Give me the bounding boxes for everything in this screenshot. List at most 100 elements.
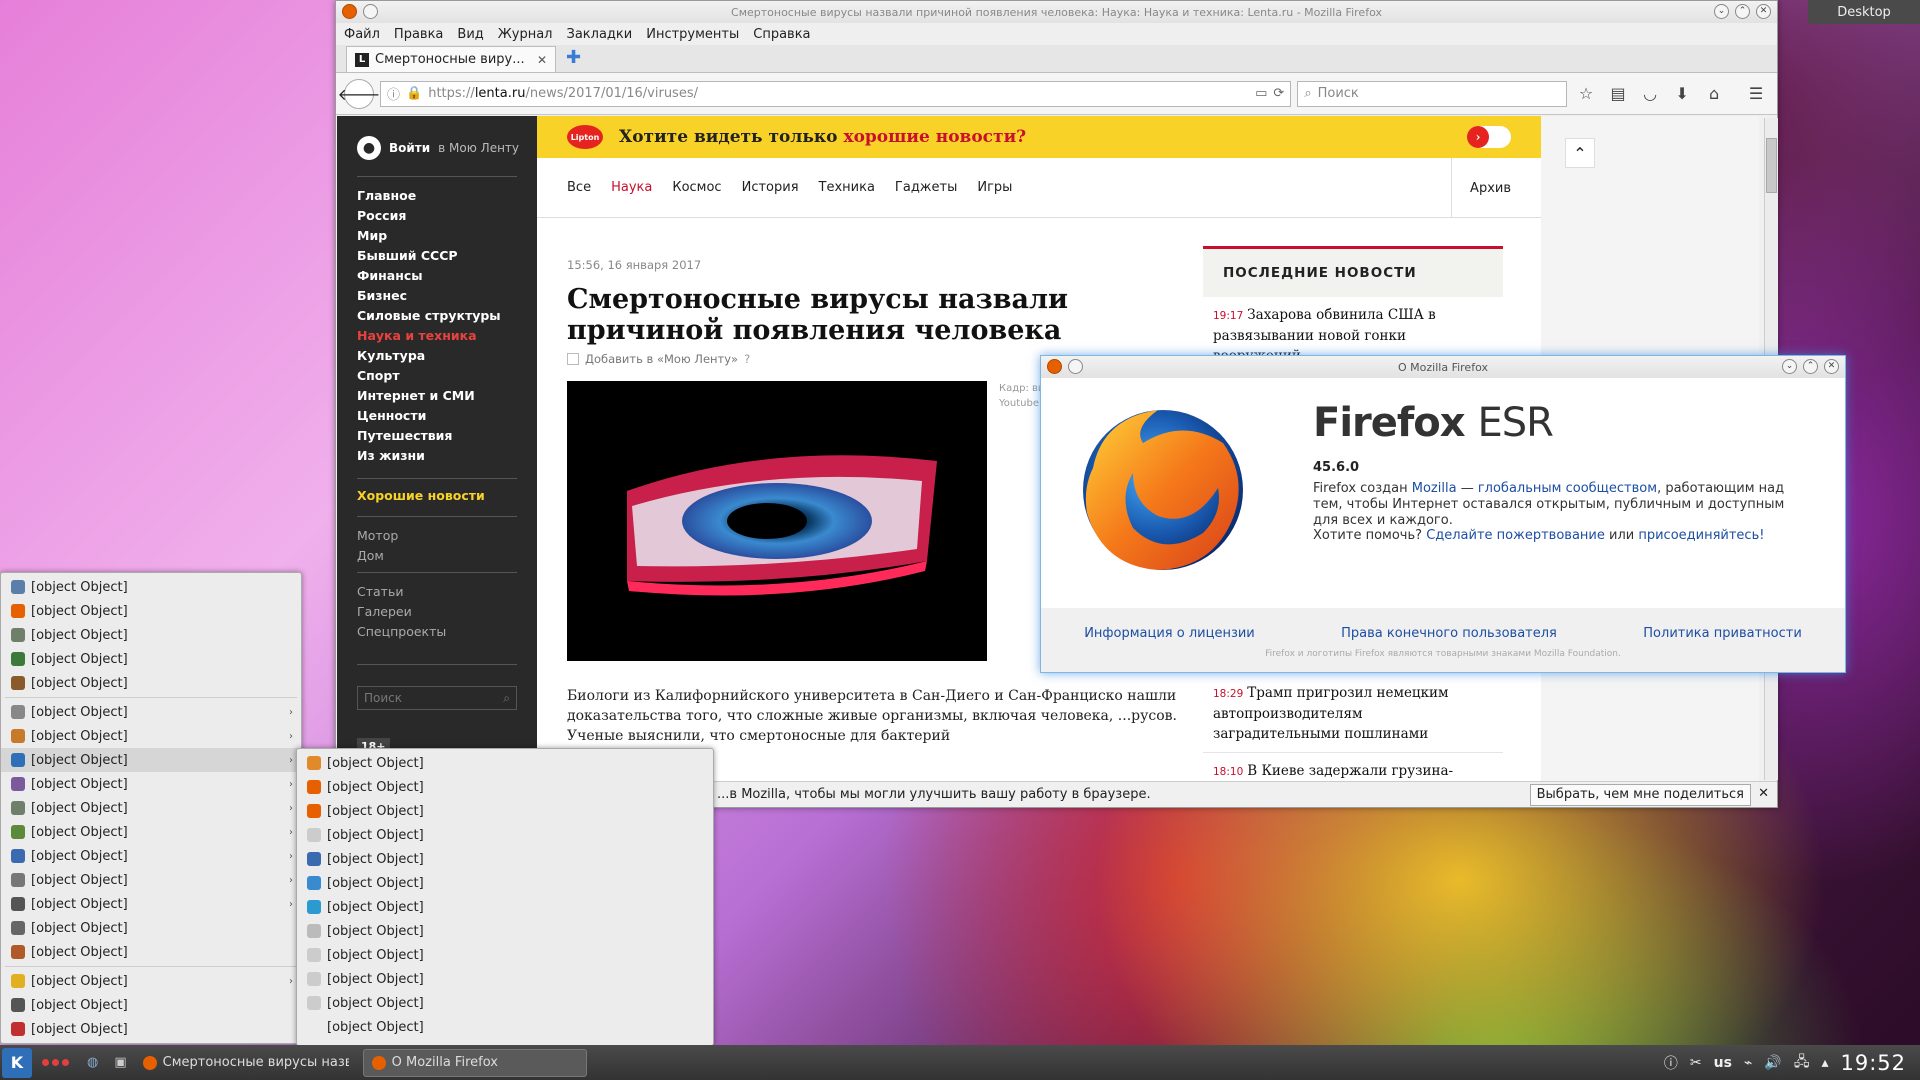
section-item[interactable]: Спецпроекты — [357, 622, 446, 642]
news-item[interactable]: 18:10 В Киеве задержали грузина- — [1203, 753, 1503, 781]
menu-item[interactable]: [object Object] — [1, 599, 301, 623]
menu-item[interactable]: [object Object] — [1, 940, 301, 964]
menu-item[interactable]: [object Object] › — [1, 700, 301, 724]
rubric-item[interactable]: Бывший СССР — [357, 246, 501, 266]
section-item[interactable]: Статьи — [357, 582, 446, 602]
menu-item[interactable]: [object Object] — [1, 993, 301, 1017]
rubric-item[interactable]: Из жизни — [357, 446, 501, 466]
menu-item[interactable]: [object Object] — [297, 991, 713, 1015]
clock[interactable]: 19:52 — [1840, 1051, 1906, 1075]
good-news-link[interactable]: Хорошие новости — [357, 486, 485, 506]
menu-item[interactable]: [object Object] — [297, 823, 713, 847]
menu-item[interactable]: [object Object] — [1, 1017, 301, 1041]
menu-item[interactable]: [object Object] — [297, 799, 713, 823]
pocket-icon[interactable]: ◡ — [1637, 81, 1663, 107]
scissors-icon[interactable]: ✂ — [1690, 1055, 1702, 1071]
download-icon[interactable]: ⬇ — [1669, 81, 1695, 107]
privacy-link[interactable]: Политика приватности — [1643, 626, 1801, 641]
rubric-item[interactable]: Интернет и СМИ — [357, 386, 501, 406]
desktop-button[interactable]: Desktop — [1808, 0, 1920, 24]
maximize-button[interactable]: ⌃ — [1803, 359, 1818, 374]
menu-view[interactable]: Вид — [457, 27, 483, 42]
menu-item[interactable]: [object Object] — [1, 916, 301, 940]
community-link[interactable]: глобальным сообществом — [1478, 481, 1657, 496]
promo-banner[interactable]: Lipton Хотите видеть только хорошие ново… — [537, 116, 1541, 158]
donate-link[interactable]: Сделайте пожертвование — [1426, 528, 1605, 543]
menu-item[interactable]: [object Object] — [297, 847, 713, 871]
add-checkbox[interactable] — [567, 353, 579, 365]
menu-history[interactable]: Журнал — [498, 27, 553, 42]
archive-link[interactable]: Архив — [1451, 158, 1511, 218]
add-to-feed[interactable]: Добавить в «Мою Ленту» ? — [567, 352, 750, 366]
info-icon[interactable]: ⓘ — [1664, 1053, 1678, 1073]
firefox-titlebar[interactable]: Смертоносные вирусы назвали причиной поя… — [336, 1, 1777, 23]
scroll-top-button[interactable]: ⌃ — [1565, 138, 1595, 168]
rubric-item[interactable]: Мир — [357, 226, 501, 246]
task-about[interactable]: О Mozilla Firefox — [362, 1048, 587, 1077]
menu-item[interactable]: [object Object] › — [1, 844, 301, 868]
pin-icon[interactable] — [1068, 359, 1083, 374]
menu-item[interactable]: [object Object] — [297, 775, 713, 799]
site-search-input[interactable]: Поиск ⌕ — [357, 686, 517, 710]
menu-file[interactable]: Файл — [344, 27, 380, 42]
help-icon[interactable]: ? — [744, 352, 750, 366]
rubric-item[interactable]: Силовые структуры — [357, 306, 501, 326]
kde-menu-button[interactable]: K — [2, 1047, 32, 1078]
menu-item[interactable]: [object Object] › — [1, 820, 301, 844]
task-firefox[interactable]: Смертоносные вирусы назва... — [135, 1049, 357, 1077]
eula-link[interactable]: Права конечного пользователя — [1341, 626, 1557, 641]
menu-item[interactable]: [object Object] › — [1, 868, 301, 892]
tab-space[interactable]: Космос — [672, 180, 721, 195]
back-button[interactable]: 🡐 — [338, 78, 380, 109]
scrollbar-thumb[interactable] — [1766, 138, 1777, 193]
menu-item[interactable]: [object Object] — [297, 895, 713, 919]
menu-item[interactable]: [object Object] › — [1, 748, 301, 772]
section-item[interactable]: Галереи — [357, 602, 446, 622]
menu-item[interactable]: [object Object] — [297, 871, 713, 895]
home-icon[interactable]: ⌂ — [1701, 81, 1727, 107]
menu-item[interactable]: [object Object] › — [1, 772, 301, 796]
rubric-item[interactable]: Россия — [357, 206, 501, 226]
hamburger-menu-icon[interactable]: ☰ — [1743, 81, 1769, 107]
firefox-app-icon[interactable] — [342, 4, 357, 19]
rubric-item[interactable]: Финансы — [357, 266, 501, 286]
usb-icon[interactable]: ⌁ — [1744, 1055, 1752, 1071]
tab-science[interactable]: Наука — [611, 180, 652, 195]
menu-item[interactable]: [object Object] — [1, 575, 301, 599]
rubric-item[interactable]: Главное — [357, 186, 501, 206]
license-link[interactable]: Информация о лицензии — [1084, 626, 1255, 641]
project-item[interactable]: Дом — [357, 546, 398, 566]
menu-bookmarks[interactable]: Закладки — [567, 27, 633, 42]
rubric-item-active[interactable]: Наука и техника — [357, 326, 501, 346]
share-choice-button[interactable]: Выбрать, чем мне поделиться — [1529, 784, 1751, 806]
close-button[interactable]: ✕ — [1756, 4, 1771, 19]
pager-icon[interactable] — [42, 1059, 69, 1066]
menu-item[interactable]: [object Object] — [1, 647, 301, 671]
network-icon[interactable]: 🖧 — [1794, 1051, 1810, 1075]
menu-help[interactable]: Справка — [753, 27, 810, 42]
menu-item[interactable]: [object Object] — [297, 919, 713, 943]
rubric-item[interactable]: Спорт — [357, 366, 501, 386]
volume-icon[interactable]: 🔊 — [1764, 1055, 1781, 1071]
menu-item[interactable]: [object Object] › — [1, 969, 301, 993]
show-desktop-icon[interactable]: ▣ — [114, 1055, 126, 1070]
menu-item[interactable]: [object Object] › — [1, 724, 301, 748]
menu-item[interactable]: [object Object] — [1, 671, 301, 695]
menu-item[interactable]: [object Object] — [297, 1015, 713, 1039]
mozilla-link[interactable]: Mozilla — [1412, 481, 1457, 496]
search-bar[interactable]: ⌕ Поиск — [1297, 80, 1568, 107]
project-item[interactable]: Мотор — [357, 526, 398, 546]
menu-item[interactable]: [object Object] — [297, 751, 713, 775]
new-tab-icon[interactable]: ✚ — [566, 47, 581, 68]
keyboard-layout[interactable]: us — [1714, 1055, 1732, 1071]
rubric-item[interactable]: Бизнес — [357, 286, 501, 306]
close-button[interactable]: ✕ — [1824, 359, 1839, 374]
tab-gadgets[interactable]: Гаджеты — [895, 180, 957, 195]
tab-history[interactable]: История — [742, 180, 799, 195]
reader-view-icon[interactable]: ▭ — [1255, 86, 1267, 101]
join-link[interactable]: присоединяйтесь! — [1638, 528, 1764, 543]
tab-close-icon[interactable]: ✕ — [537, 53, 547, 67]
menu-item[interactable]: [object Object] › — [1, 892, 301, 916]
tab-technics[interactable]: Техника — [819, 180, 875, 195]
news-item[interactable]: 18:29 Трамп пригрозил немецким автопроизв… — [1203, 675, 1503, 753]
